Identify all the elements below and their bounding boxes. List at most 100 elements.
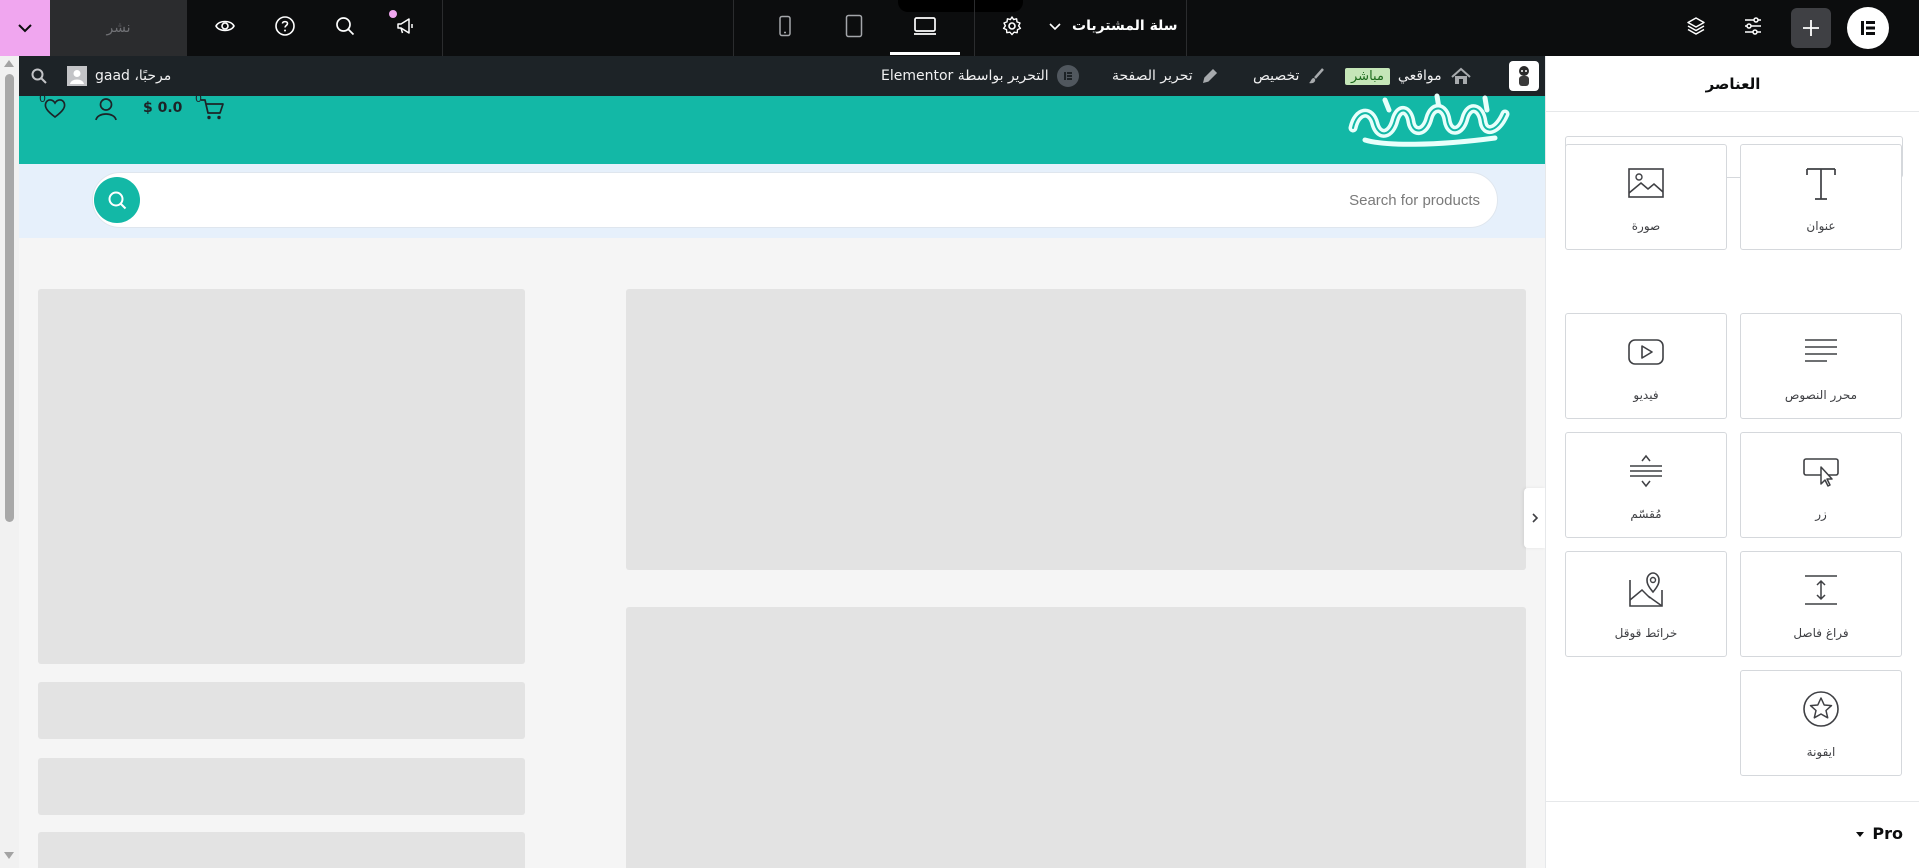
caret-down-icon [1856,831,1865,837]
skeleton-block [626,289,1526,570]
widget-spacer[interactable]: فراغ فاصل [1740,551,1902,657]
widget-icon[interactable]: ايقونة [1740,670,1902,776]
widget-label: عنوان [1806,219,1836,233]
elementor-logo-button[interactable] [1847,7,1889,49]
cart-count: 0 [195,92,202,105]
widget-video[interactable]: فيديو [1565,313,1727,419]
product-search-input[interactable]: Search for products [92,172,1498,228]
help-button[interactable] [265,0,305,52]
search-submit-button[interactable] [94,177,140,223]
skeleton-line [38,758,525,815]
tablet-icon [845,14,863,38]
elementor-icon [1056,65,1079,87]
notifications-button[interactable] [385,0,425,52]
panel-collapse-toggle[interactable] [1524,488,1545,548]
star-icon [1803,691,1839,727]
eye-icon [215,20,235,32]
gear-icon [1002,16,1022,36]
preview-button[interactable] [205,0,245,52]
site-icon [1509,61,1539,91]
editor-preview-canvas: مرحبًا، gaad التحرير بواسطة Elementor تح… [0,56,1545,868]
publish-button[interactable]: نشر [50,0,187,56]
device-tablet-button[interactable] [834,0,874,52]
add-element-button[interactable] [1791,8,1831,48]
preview-scrollbar[interactable] [0,56,19,868]
home-icon [1451,67,1471,84]
widget-label: فيديو [1633,388,1659,402]
plus-icon [1803,20,1819,36]
skeleton-image-block [38,289,525,664]
admin-edit-with-elementor[interactable]: التحرير بواسطة Elementor [881,56,1079,96]
site-settings-button[interactable] [1733,0,1773,52]
pencil-icon [1202,68,1217,84]
widget-image[interactable]: صورة [1565,144,1727,250]
finder-button[interactable] [325,0,365,52]
brush-icon [1309,68,1325,84]
scroll-down-arrow-icon[interactable] [4,852,14,859]
search-icon [336,17,355,36]
search-icon [108,191,127,210]
device-mobile-button[interactable] [765,0,805,52]
mobile-icon [779,15,791,37]
admin-greeting: مرحبًا، gaad [95,68,172,84]
calligraphy-logo-icon [1348,93,1510,147]
toolbar-divider [733,0,734,56]
skeleton-line [38,832,525,868]
publish-options-dropdown[interactable] [0,0,50,56]
google-maps-icon [1629,572,1663,607]
admin-account-menu[interactable]: مرحبًا، gaad [67,56,171,96]
status-badge: مباشر [1345,67,1390,85]
active-device-indicator [890,52,960,55]
panel-title: العناصر [1546,56,1919,112]
chevron-down-icon [1049,23,1061,31]
button-icon [1803,458,1839,487]
document-title-dropdown[interactable]: سلة المشتريات [1048,0,1178,52]
widget-label: محرر النصوص [1784,388,1858,402]
section-divider [1546,801,1919,802]
admin-site-name: مواقعي [1397,68,1442,84]
user-icon [95,98,117,121]
widget-divider[interactable]: مُقسّم [1565,432,1727,538]
video-icon [1628,339,1664,365]
cart-button[interactable] [199,97,225,121]
product-search-section: Search for products [19,164,1545,238]
wishlist-count: 0 [39,92,46,105]
wp-admin-bar: مرحبًا، gaad التحرير بواسطة Elementor تح… [19,56,1545,96]
help-icon [275,16,295,36]
elements-panel: العناصر ابحث في الودجات... عنوان صورة مح… [1545,56,1919,868]
widget-google-maps[interactable]: خرائط قوقل [1565,551,1727,657]
layers-icon [1687,17,1705,35]
admin-edit-with-elementor-label: التحرير بواسطة Elementor [881,68,1049,84]
admin-edit-page[interactable]: تحرير الصفحة [1112,56,1219,96]
editor-topbar: نشر سلة المشتريات [0,0,1919,56]
toolbar-divider [974,0,975,56]
megaphone-icon [397,18,413,34]
site-logo[interactable] [1345,88,1515,154]
laptop-icon [914,17,936,35]
widget-heading[interactable]: عنوان [1740,144,1902,250]
site-header: 0 $ 0.0 0 [19,92,1545,164]
scrollbar-thumb[interactable] [5,74,14,522]
chevron-down-icon [18,24,32,33]
character-icon [1519,66,1529,86]
widget-text-editor[interactable]: محرر النصوص [1740,313,1902,419]
toolbar-divider [442,0,443,56]
cart-icon [201,99,224,120]
page-settings-button[interactable] [992,0,1032,52]
avatar [67,66,87,86]
page-title: سلة المشتريات [1072,18,1178,34]
widget-label: صورة [1631,219,1661,233]
admin-search-button[interactable] [19,56,59,96]
user-avatar-icon [70,70,84,84]
pro-section-label: Pro [1872,824,1903,843]
sliders-icon [1745,17,1761,35]
widget-button[interactable]: زر [1740,432,1902,538]
device-laptop-button[interactable] [905,0,945,52]
widget-label: خرائط قوقل [1614,626,1678,640]
structure-button[interactable] [1676,0,1716,52]
scroll-up-arrow-icon[interactable] [4,60,14,67]
widget-label: فراغ فاصل [1793,626,1849,640]
account-button[interactable] [93,96,119,122]
admin-customize[interactable]: تخصيص [1253,56,1325,96]
pro-section-toggle[interactable]: Pro [1854,824,1903,843]
